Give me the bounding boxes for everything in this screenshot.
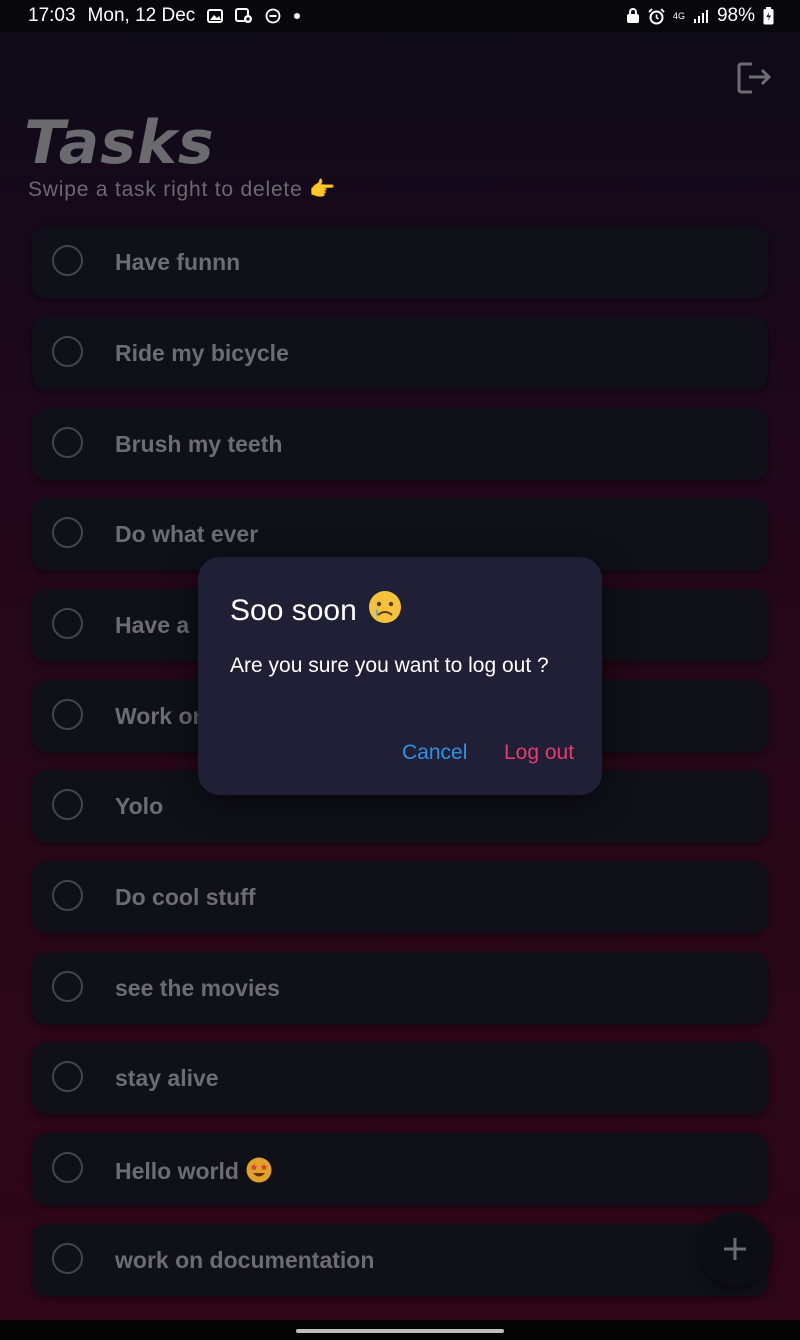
logout-dialog: Soo soon Are you sure you want to log ou… [198,557,602,795]
dialog-message: Are you sure you want to log out ? [230,654,549,677]
dialog-title-row: Soo soon [230,589,403,633]
system-nav-bar [0,1320,800,1340]
cancel-button[interactable]: Cancel [402,741,467,765]
home-indicator[interactable] [296,1329,504,1333]
app-screen: 17:03 Mon, 12 Dec 4G 98% Tasks Swipe a t… [0,0,800,1340]
crying-face-emoji-icon [367,589,403,633]
confirm-logout-button[interactable]: Log out [504,741,574,765]
dialog-title: Soo soon [230,594,357,627]
